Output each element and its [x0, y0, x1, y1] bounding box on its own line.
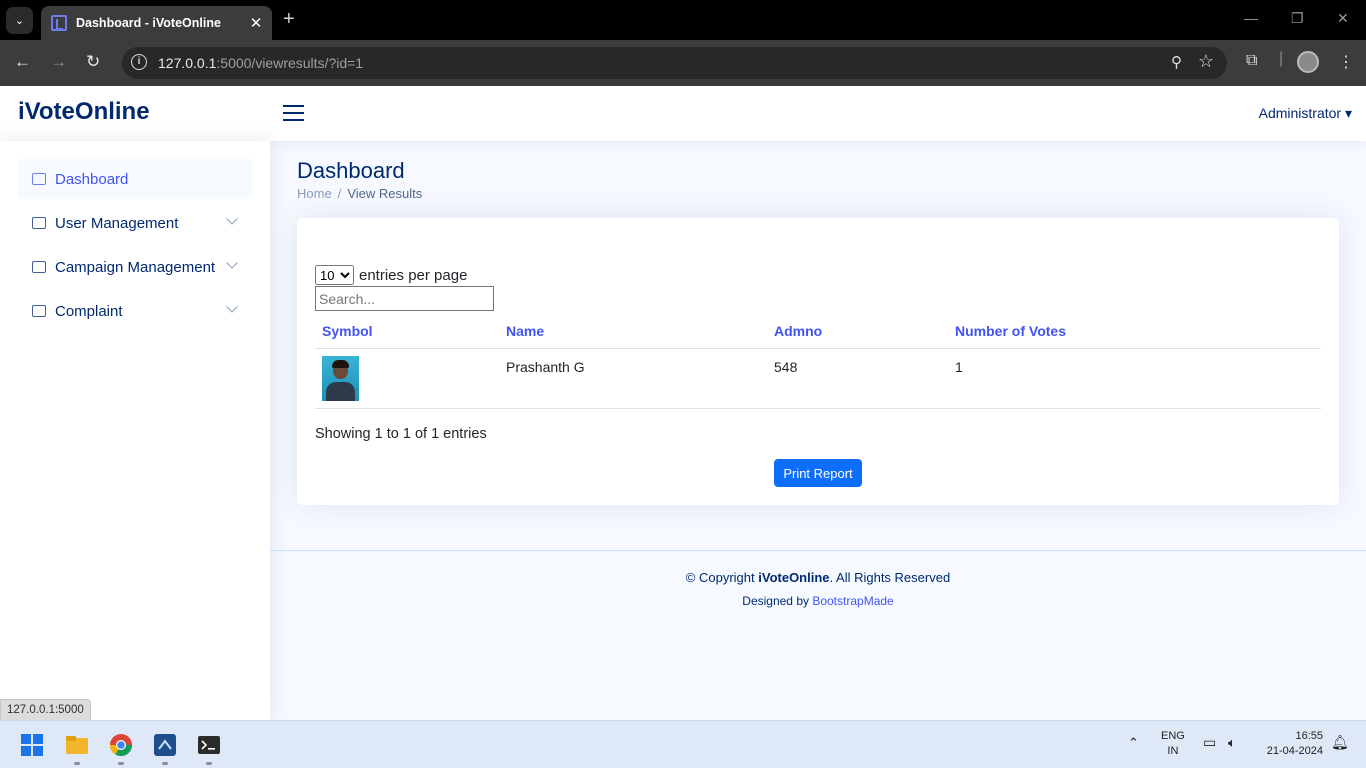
running-indicator: [74, 762, 80, 765]
sidebar-item-label: Dashboard: [55, 170, 129, 188]
window-close-icon[interactable]: ✕: [1337, 10, 1349, 27]
designed-by-text: Designed by BootstrapMade: [742, 594, 894, 608]
search-input[interactable]: [315, 286, 494, 311]
tab-close-icon[interactable]: ✕: [246, 14, 266, 32]
chrome-icon[interactable]: [109, 733, 133, 757]
taskbar: ⌃ ENG IN ▭ 🔈︎ 16:55 21-04-2024 🔔︎: [0, 720, 1366, 768]
chevron-down-icon: [226, 301, 238, 313]
code-editor-icon[interactable]: [153, 733, 177, 757]
page-size-select[interactable]: 10: [315, 265, 354, 285]
url-text: 127.0.0.1:5000/viewresults/?id=1: [158, 55, 364, 71]
extensions-icon[interactable]: ⧉: [1246, 52, 1257, 70]
table-info: Showing 1 to 1 of 1 entries: [315, 426, 487, 442]
chevron-up-icon[interactable]: ⌃: [1128, 735, 1139, 750]
language-indicator[interactable]: ENG IN: [1161, 729, 1185, 759]
menu-icon: [32, 261, 46, 273]
terminal-icon[interactable]: [197, 733, 221, 757]
column-header-name[interactable]: Name: [499, 314, 767, 349]
breadcrumb-home[interactable]: Home: [297, 186, 332, 201]
column-header-admno[interactable]: Admno: [767, 314, 948, 349]
table-row: Prashanth G 548 1: [315, 348, 1321, 409]
designer-link[interactable]: BootstrapMade: [812, 594, 893, 608]
tab-search-button[interactable]: ⌄: [6, 7, 33, 34]
sidebar-item-label: User Management: [55, 214, 179, 232]
sidebar-item-campaign-management[interactable]: Campaign Management: [18, 247, 252, 287]
page-title: Dashboard: [297, 158, 405, 183]
restore-icon[interactable]: ❐: [1291, 10, 1304, 27]
chevron-down-icon: [226, 257, 238, 269]
notification-bell-icon[interactable]: 🔔︎: [1331, 735, 1349, 750]
menu-icon: [32, 305, 46, 317]
site-info-icon[interactable]: i: [131, 54, 147, 70]
network-icon[interactable]: ▭: [1203, 735, 1216, 750]
new-tab-icon[interactable]: +: [283, 8, 295, 31]
browser-tab-strip: ⌄ Dashboard - iVoteOnline ✕ + — ❐ ✕: [0, 0, 1366, 40]
sidebar-item-dashboard[interactable]: Dashboard: [18, 159, 252, 199]
sidebar-item-label: Campaign Management: [55, 258, 216, 276]
volume-icon[interactable]: 🔈︎: [1228, 735, 1236, 750]
status-bar-url: 127.0.0.1:5000: [0, 699, 91, 721]
name-cell: Prashanth G: [499, 348, 767, 409]
copyright-text: © Copyright iVoteOnline. All Rights Rese…: [685, 570, 951, 585]
breadcrumb-current: View Results: [347, 186, 423, 201]
forward-arrow-icon[interactable]: →: [50, 52, 67, 72]
clock[interactable]: 16:55 21-04-2024: [1259, 729, 1323, 759]
running-indicator: [206, 762, 212, 765]
results-table: Symbol Name Admno Number of Votes Prasha…: [315, 314, 1321, 409]
column-header-symbol[interactable]: Symbol: [315, 314, 499, 349]
candidate-photo: [322, 355, 359, 401]
entries-per-page: 10 entries per page: [315, 265, 467, 285]
sidebar: Dashboard User Management Campaign Manag…: [0, 141, 270, 720]
zoom-icon[interactable]: ⚲: [1171, 53, 1182, 71]
sidebar-toggle-icon[interactable]: [283, 105, 304, 123]
grid-icon: [32, 173, 46, 185]
sidebar-item-user-management[interactable]: User Management: [18, 203, 252, 243]
app-header: iVoteOnline Administrator ▾: [0, 86, 1366, 141]
sidebar-item-complaint[interactable]: Complaint: [18, 291, 252, 331]
browser-tab[interactable]: Dashboard - iVoteOnline ✕: [41, 6, 272, 40]
footer: © Copyright iVoteOnline. All Rights Rese…: [270, 550, 1366, 720]
menu-icon: [32, 217, 46, 229]
user-menu[interactable]: Administrator ▾: [1259, 105, 1352, 122]
sidebar-item-label: Complaint: [55, 302, 123, 320]
address-bar[interactable]: i 127.0.0.1:5000/viewresults/?id=1 ⚲ ☆: [122, 47, 1227, 79]
print-report-button[interactable]: Print Report: [774, 459, 862, 487]
profile-avatar[interactable]: [1297, 51, 1319, 73]
minimize-icon[interactable]: —: [1244, 10, 1258, 26]
reload-icon[interactable]: ↻: [86, 52, 100, 72]
app-logo[interactable]: iVoteOnline: [18, 98, 150, 126]
toolbar-divider: |: [1279, 50, 1284, 67]
bookmark-star-icon[interactable]: ☆: [1198, 51, 1214, 72]
browser-toolbar: ← → ↻ i 127.0.0.1:5000/viewresults/?id=1…: [0, 40, 1366, 86]
column-header-votes[interactable]: Number of Votes: [948, 314, 1321, 349]
site-favicon-icon: [51, 15, 67, 31]
results-card: 10 entries per page Symbol Name Admno Nu…: [297, 218, 1339, 505]
running-indicator: [162, 762, 168, 765]
symbol-cell: [315, 348, 499, 409]
running-indicator: [118, 762, 124, 765]
file-explorer-icon[interactable]: [65, 733, 89, 757]
breadcrumb: Home / View Results: [297, 186, 423, 201]
windows-start-icon[interactable]: [20, 733, 44, 757]
chevron-down-icon: [226, 213, 238, 225]
tab-title: Dashboard - iVoteOnline: [76, 16, 221, 30]
admno-cell: 548: [767, 348, 948, 409]
votes-cell: 1: [948, 348, 1321, 409]
browser-menu-icon[interactable]: ⋮: [1338, 52, 1354, 72]
back-arrow-icon[interactable]: ←: [14, 52, 31, 72]
